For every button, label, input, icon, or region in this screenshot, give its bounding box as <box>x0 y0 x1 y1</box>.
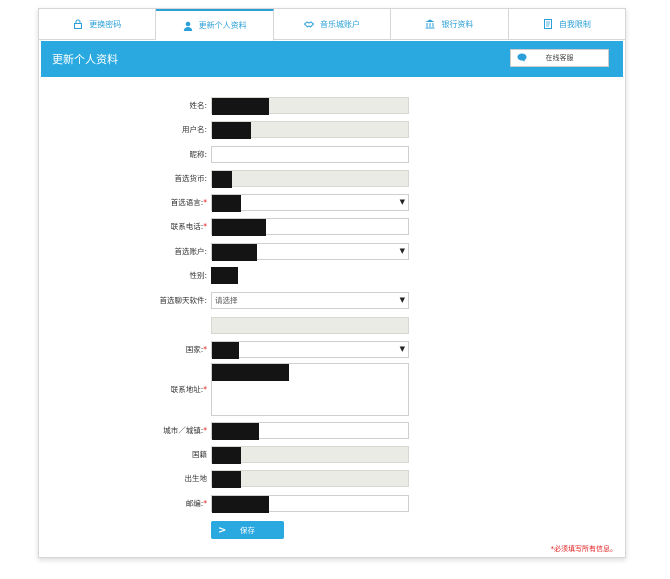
tab-update-profile[interactable]: 更新个人资料 <box>156 9 274 41</box>
handshake-icon <box>304 21 315 28</box>
redacted-value <box>212 122 251 139</box>
row-postcode: 邮编:* <box>39 495 625 513</box>
username-field <box>211 121 409 139</box>
nationality-field <box>211 446 409 464</box>
redacted-value <box>212 171 232 188</box>
country-label: 国家:* <box>185 345 207 354</box>
phone-label: 联系电话:* <box>170 222 207 231</box>
tab-label: 自我限制 <box>558 19 591 29</box>
country-select[interactable]: ▼ <box>211 341 409 359</box>
required-note: *必须填写所有信息。 <box>550 545 618 553</box>
row-country: 国家:* ▼ <box>39 341 625 359</box>
nickname-input[interactable] <box>211 146 409 163</box>
redacted-value <box>212 423 259 440</box>
name-label: 姓名: <box>189 101 207 110</box>
address-textarea[interactable] <box>211 363 409 416</box>
live-chat-button[interactable]: 在线客服 <box>510 49 609 67</box>
birthplace-field <box>211 470 409 488</box>
currency-field <box>211 170 409 188</box>
row-birthplace: 出生地 <box>39 470 625 488</box>
lock-icon <box>74 19 83 29</box>
redacted-value <box>212 447 241 464</box>
row-currency: 首选货币: <box>39 170 625 188</box>
address-label: 联系地址:* <box>170 385 207 394</box>
phone-input[interactable] <box>211 218 409 236</box>
tab-self-restriction[interactable]: 自我限制 <box>508 9 626 39</box>
profile-panel: 更换密码 更新个人资料 音乐城账户 银行资料 自我限制 更新个人资料 在线客服 … <box>38 8 626 558</box>
tab-label: 更新个人资料 <box>198 21 247 30</box>
username-label: 用户名: <box>181 125 207 134</box>
language-label: 首选语言:* <box>170 198 207 207</box>
city-input[interactable] <box>211 422 409 440</box>
section-header: 更新个人资料 在线客服 <box>41 41 623 77</box>
nickname-label: 昵称: <box>189 150 207 159</box>
redacted-value <box>212 342 239 359</box>
gender-label: 性别: <box>189 271 207 280</box>
birthplace-label: 出生地 <box>184 474 208 483</box>
page-title: 更新个人资料 <box>52 53 118 66</box>
currency-label: 首选货币: <box>174 174 207 183</box>
nationality-label: 国籍 <box>192 450 207 459</box>
row-gender: 性别: <box>39 267 625 284</box>
name-field <box>211 97 409 115</box>
city-label: 城市／城镇:* <box>163 426 207 435</box>
row-chat-software: 首选聊天软件: 请选择 ▼ <box>39 292 625 309</box>
tab-bar: 更换密码 更新个人资料 音乐城账户 银行资料 自我限制 <box>39 9 626 41</box>
dropdown-caret-icon: ▼ <box>399 198 405 206</box>
tab-change-password[interactable]: 更换密码 <box>39 9 157 39</box>
redacted-value <box>212 98 269 115</box>
tab-label: 音乐城账户 <box>320 19 361 29</box>
save-button-label: 保存 <box>240 525 255 535</box>
row-nationality: 国籍 <box>39 446 625 464</box>
document-icon <box>543 19 552 29</box>
save-button[interactable]: > 保存 <box>211 521 284 539</box>
gender-value-redacted <box>211 267 238 284</box>
chat-id-field <box>211 317 409 334</box>
chat-bubble-icon <box>517 53 527 62</box>
redacted-value <box>212 364 289 381</box>
dropdown-caret-icon: ▼ <box>399 296 405 304</box>
dropdown-caret-icon: ▼ <box>399 247 405 255</box>
redacted-value <box>212 219 266 236</box>
postcode-input[interactable] <box>211 495 409 513</box>
row-address: 联系地址:* <box>39 363 625 416</box>
tab-music-city-account[interactable]: 音乐城账户 <box>273 9 392 39</box>
tab-bank-info[interactable]: 银行资料 <box>391 9 509 39</box>
redacted-value <box>212 471 241 488</box>
redacted-value <box>212 195 241 212</box>
row-account: 首选账户: ▼ <box>39 243 625 261</box>
account-select[interactable]: ▼ <box>211 243 409 261</box>
chat-software-value: 请选择 <box>215 296 238 305</box>
dropdown-caret-icon: ▼ <box>399 345 405 353</box>
redacted-value <box>212 244 257 261</box>
row-language: 首选语言:* ▼ <box>39 194 625 212</box>
row-username: 用户名: <box>39 121 625 139</box>
postcode-label: 邮编:* <box>185 499 207 508</box>
user-icon <box>183 21 192 31</box>
row-nickname: 昵称: <box>39 146 625 163</box>
chat-software-label: 首选聊天软件: <box>159 296 207 305</box>
chat-software-select[interactable]: 请选择 ▼ <box>211 292 409 309</box>
row-chat-id <box>39 317 625 334</box>
row-city: 城市／城镇:* <box>39 422 625 440</box>
tab-label: 银行资料 <box>441 19 474 29</box>
language-select[interactable]: ▼ <box>211 194 409 212</box>
bank-icon <box>425 19 435 29</box>
tab-label: 更换密码 <box>89 19 122 29</box>
redacted-value <box>212 496 269 513</box>
account-label: 首选账户: <box>174 247 207 256</box>
row-name: 姓名: <box>39 97 625 115</box>
row-phone: 联系电话:* <box>39 218 625 236</box>
